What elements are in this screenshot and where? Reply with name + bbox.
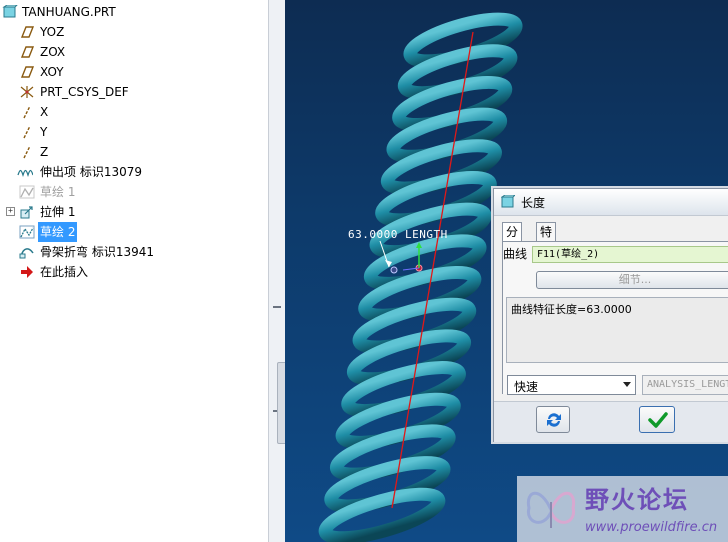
model-tree: TANHUANG.PRT YOZ ZOX XOY PRT_CSYS_DEF X … (0, 0, 268, 542)
dialog-button-bar (494, 401, 728, 442)
forum-watermark: 野火论坛 www.proewildfire.cn (517, 476, 728, 542)
butterfly-logo-icon (526, 491, 576, 528)
curve-label: 曲线 (503, 247, 528, 261)
datum-axis-icon (23, 105, 31, 119)
part-icon (2, 5, 18, 18)
panel-splitter[interactable] (268, 0, 294, 542)
repeat-button[interactable] (536, 406, 570, 433)
watermark-title: 野火论坛 (585, 486, 689, 514)
analysis-name-field[interactable]: ANALYSIS_LENGTH (642, 375, 728, 395)
length-annotation: 63.0000 LENGTH (348, 228, 448, 241)
refresh-icon (547, 413, 561, 427)
result-text: 曲线特征长度=63.0000 (511, 303, 632, 316)
sketch-icon (19, 185, 35, 199)
dialog-title: 长度 (521, 196, 546, 210)
curve-field[interactable]: F11(草绘_2) (532, 246, 728, 263)
dialog-title-bar[interactable]: 长度 (494, 189, 728, 216)
datum-plane-icon (20, 26, 35, 38)
mode-select-value: 快速 (514, 380, 539, 394)
extrude-icon (20, 206, 33, 219)
spinal-bend-icon (19, 248, 34, 259)
dialog-app-icon (501, 195, 515, 208)
datum-axis-icon (23, 125, 31, 139)
mode-select[interactable]: 快速 (507, 375, 636, 395)
insert-here-arrow-icon (21, 266, 33, 278)
datum-plane-icon (20, 66, 35, 78)
datum-axis-icon (23, 145, 31, 159)
length-dialog: 长度 分析 特征 曲线 F11(草绘_2) 细节... 曲线特征长度=63.00… (493, 188, 728, 442)
watermark-url: www.proewildfire.cn (585, 520, 718, 535)
expand-plus-icon[interactable]: + (6, 207, 15, 216)
result-area: 曲线特征长度=63.0000 (506, 297, 728, 363)
tab-feature[interactable]: 特征 (536, 222, 557, 257)
ok-button[interactable] (639, 406, 675, 433)
coordinate-system-icon (20, 86, 34, 98)
tab-analysis[interactable]: 分析 (502, 222, 523, 257)
datum-plane-icon (20, 46, 35, 58)
checkmark-icon (648, 412, 668, 428)
chevron-down-icon (623, 382, 631, 387)
details-button[interactable]: 细节... (536, 271, 728, 289)
splitter-grip (273, 306, 281, 308)
protrusion-icon (17, 169, 33, 178)
sketch-icon (19, 225, 35, 239)
